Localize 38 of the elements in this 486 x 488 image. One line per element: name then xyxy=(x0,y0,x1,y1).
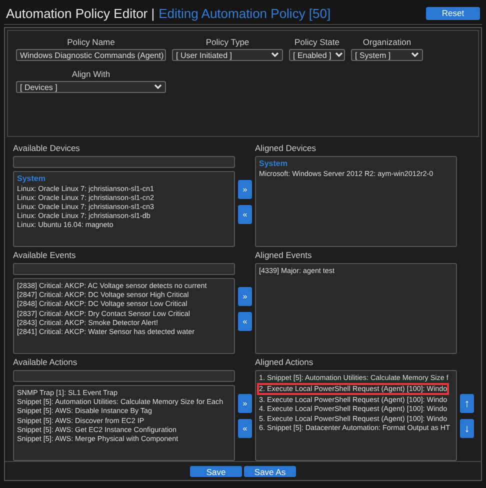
move-right-button[interactable]: » xyxy=(238,180,252,199)
chevron-down-icon xyxy=(335,52,344,58)
text-field[interactable]: Windows Diagnostic Commands (Agent) xyxy=(16,49,166,61)
filter-field[interactable] xyxy=(13,263,235,275)
move-left-button[interactable]: « xyxy=(238,312,252,331)
select-dropdown[interactable]: [ Enabled ] xyxy=(289,49,345,61)
move-right-button[interactable]: » xyxy=(238,394,252,413)
move-left-button[interactable]: « xyxy=(238,205,252,224)
move-right-button[interactable]: » xyxy=(238,287,252,306)
group-label: System xyxy=(17,174,46,184)
select-dropdown[interactable]: [ User Initiated ] xyxy=(172,49,283,61)
list-title: Available Events xyxy=(13,250,77,260)
list-title: Aligned Devices xyxy=(255,143,317,153)
select-dropdown[interactable]: [ System ] xyxy=(351,49,423,61)
field-label: Policy State xyxy=(294,37,340,47)
filter-field[interactable] xyxy=(13,370,235,382)
list-title: Aligned Actions xyxy=(255,357,314,367)
group-label: System xyxy=(259,159,288,168)
save-button[interactable]: Save xyxy=(190,466,242,477)
field-label: Policy Name xyxy=(67,37,115,47)
move-up-button[interactable]: ↑ xyxy=(460,394,474,413)
editor-title: Automation Policy Editor | xyxy=(6,6,155,20)
chevron-down-icon xyxy=(154,84,162,90)
list-title: Available Devices xyxy=(13,143,81,153)
chevron-down-icon xyxy=(411,52,419,58)
field-label: Organization xyxy=(362,37,412,47)
move-left-button[interactable]: « xyxy=(238,419,252,438)
filter-field[interactable] xyxy=(13,156,235,168)
chevron-down-icon xyxy=(271,52,279,58)
reset-button[interactable]: Reset xyxy=(426,6,480,20)
save-as-button[interactable]: Save As xyxy=(244,466,296,477)
policy-subtitle: Editing Automation Policy [50] xyxy=(158,6,331,20)
move-down-button[interactable]: ↓ xyxy=(460,419,474,438)
field-label: Policy Type xyxy=(206,37,250,47)
field-label: Align With xyxy=(72,69,110,79)
list-title: Aligned Events xyxy=(255,250,313,260)
select-dropdown[interactable]: [ Devices ] xyxy=(16,81,166,93)
list-title: Available Actions xyxy=(13,357,78,367)
